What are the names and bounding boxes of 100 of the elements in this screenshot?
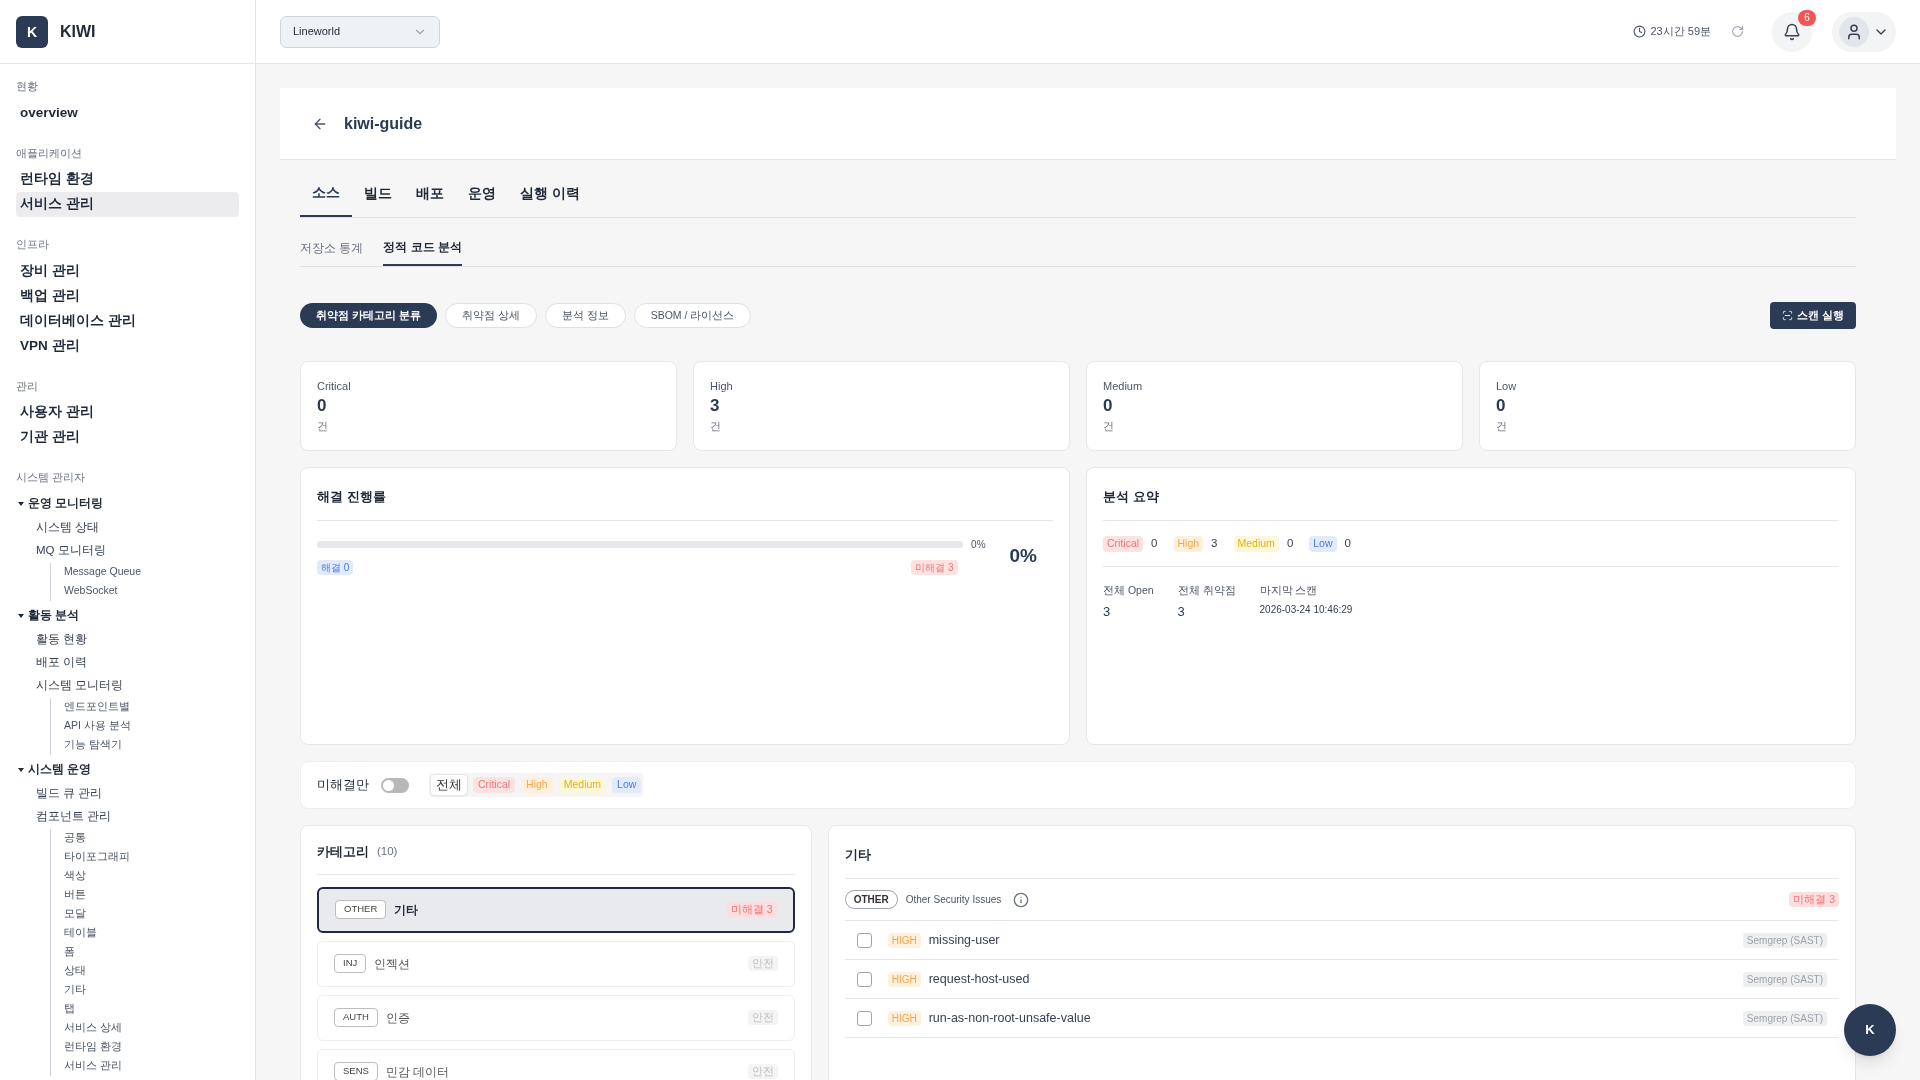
nav-subitem[interactable]: 상태: [64, 961, 239, 981]
chat-button[interactable]: K: [1844, 1004, 1896, 1056]
metric-label: 마지막 스캔: [1259, 583, 1319, 599]
refresh-icon[interactable]: [1731, 25, 1744, 38]
filter-pill[interactable]: 취약점 카테고리 분류: [300, 303, 437, 328]
avatar-icon: [1839, 16, 1869, 47]
nav-item[interactable]: 장비 관리: [16, 258, 239, 284]
filter-label: 미해결만: [317, 776, 369, 795]
nav-item[interactable]: 데이터베이스 관리: [16, 308, 239, 334]
stat-value: 3: [710, 394, 721, 416]
metric-label: 전체 Open: [1103, 583, 1154, 599]
stat-label: Low: [1496, 379, 1518, 394]
metric-value: 3: [1177, 603, 1186, 621]
tab[interactable]: 운영: [456, 182, 508, 217]
metric-value: 3: [1103, 603, 1112, 621]
category-row[interactable]: OTHER 기타 미해결 3: [317, 886, 795, 933]
nav-subitem[interactable]: 서비스 상세: [64, 1018, 239, 1038]
nav-subitem[interactable]: 컴포넌트 관리: [16, 805, 239, 829]
category-description: Other Security Issues: [905, 893, 1002, 907]
group-label: 활동 분석: [28, 608, 80, 624]
nav-subitem[interactable]: 배포 이력: [16, 651, 239, 675]
card-title: 분석 요약: [1103, 489, 1159, 504]
info-icon[interactable]: [1013, 891, 1030, 908]
toggle-switch[interactable]: [381, 777, 409, 793]
nav-subitem[interactable]: 활동 현황: [16, 628, 239, 652]
session-timer: 23시간 59분: [1650, 24, 1711, 40]
nav-subitem[interactable]: 기능 탐색기: [64, 735, 239, 755]
metric-label: 전체 취약점: [1177, 583, 1236, 599]
nav-subitem[interactable]: WebSocket: [64, 581, 239, 601]
issue-checkbox[interactable]: [856, 1010, 872, 1026]
nav-group[interactable]: 활동 분석: [16, 603, 239, 629]
stat-value: 0: [317, 394, 328, 416]
nav-subitem[interactable]: 버튼: [64, 885, 239, 905]
nav-item[interactable]: VPN 관리: [16, 333, 239, 359]
card-title: 해결 진행률: [317, 489, 386, 504]
category-name: 기타: [394, 901, 419, 919]
stat-value: 0: [1103, 394, 1114, 416]
nav-subitem[interactable]: 모달: [64, 904, 239, 924]
nav-subitem[interactable]: 폼: [64, 942, 239, 962]
nav-item[interactable]: 서비스 관리: [16, 192, 239, 217]
tab[interactable]: 배포: [404, 182, 456, 217]
scan-button[interactable]: 스캔 실행: [1770, 302, 1856, 329]
sub-tab[interactable]: 정적 코드 분석: [383, 238, 462, 266]
severity-count: 3: [1211, 536, 1218, 551]
nav-item[interactable]: 백업 관리: [16, 283, 239, 309]
nav-item[interactable]: 기관 관리: [16, 425, 239, 450]
filter-pill[interactable]: 취약점 상세: [444, 303, 537, 328]
nav-item[interactable]: overview: [16, 100, 239, 126]
nav-subitem[interactable]: 공통: [64, 828, 239, 848]
nav-subitem[interactable]: 색상: [64, 866, 239, 886]
group-label: 시스템 운영: [28, 762, 92, 778]
nav-subitem[interactable]: 엔드포인트별: [64, 697, 239, 717]
nav-item[interactable]: 런타임 환경: [16, 167, 239, 192]
nav-subitem[interactable]: 시스템 상태: [16, 516, 239, 540]
metric-value: 2026-03-24 10:46:29: [1259, 603, 1353, 617]
nav-subitem[interactable]: 타이포그래피: [64, 847, 239, 867]
severity-filter[interactable]: 전체: [431, 775, 467, 795]
category-code: SENS: [334, 1062, 378, 1080]
nav-subitem[interactable]: 테이블: [64, 923, 239, 943]
nav-subitem[interactable]: 서비스 관리: [64, 1056, 239, 1076]
severity-badge: Critical: [1103, 535, 1144, 552]
severity-filter[interactable]: Low: [612, 777, 642, 793]
severity-badge: Medium: [1233, 535, 1279, 552]
issue-name: missing-user: [928, 931, 1000, 949]
severity-count: 0: [1151, 536, 1158, 551]
section-title: 애플리케이션: [16, 145, 83, 161]
nav-subitem[interactable]: 기타: [64, 980, 239, 1000]
scan-icon: [1782, 310, 1794, 321]
severity-count: 0: [1344, 536, 1351, 551]
filter-pill[interactable]: SBOM / 라이선스: [633, 303, 752, 328]
nav-subitem[interactable]: 런타임 환경: [64, 1037, 239, 1057]
nav-group[interactable]: 운영 모니터링: [16, 491, 239, 517]
issue-checkbox[interactable]: [856, 932, 872, 948]
nav-subitem[interactable]: Message Queue: [64, 562, 239, 582]
nav-subitem[interactable]: 시스템 모니터링: [16, 674, 239, 698]
card-title: 기타: [844, 847, 871, 862]
nav-subitem[interactable]: 탭: [64, 999, 239, 1019]
severity-badge: HIGH: [887, 971, 921, 987]
sub-tab[interactable]: 저장소 통계: [300, 238, 364, 266]
tab[interactable]: 실행 이력: [508, 182, 592, 217]
tab[interactable]: 소스: [300, 182, 352, 217]
nav-item[interactable]: 사용자 관리: [16, 400, 239, 425]
org-select[interactable]: Lineworld: [280, 15, 440, 48]
caret-down-icon: [18, 613, 24, 619]
issue-checkbox[interactable]: [856, 971, 872, 987]
user-menu[interactable]: [1832, 11, 1896, 52]
nav-subitem[interactable]: API 사용 분석: [64, 716, 239, 736]
group-label: 운영 모니터링: [28, 496, 104, 512]
nav-subitem[interactable]: MQ 모니터링: [16, 539, 239, 563]
stat-label: High: [710, 379, 734, 394]
category-name: 민감 데이터: [385, 1063, 450, 1080]
severity-count: 0: [1286, 536, 1294, 551]
category-code: INJ: [334, 954, 367, 973]
filter-pill[interactable]: 분석 정보: [544, 303, 626, 328]
nav-subitem[interactable]: 빌드 큐 관리: [16, 782, 239, 806]
nav-group[interactable]: 시스템 운영: [16, 757, 239, 783]
issue-name: run-as-non-root-unsafe-value: [928, 1009, 1091, 1027]
tab[interactable]: 빌드: [352, 182, 404, 217]
page-title: kiwi-guide: [344, 113, 423, 134]
stat-value: 0: [1496, 394, 1507, 416]
